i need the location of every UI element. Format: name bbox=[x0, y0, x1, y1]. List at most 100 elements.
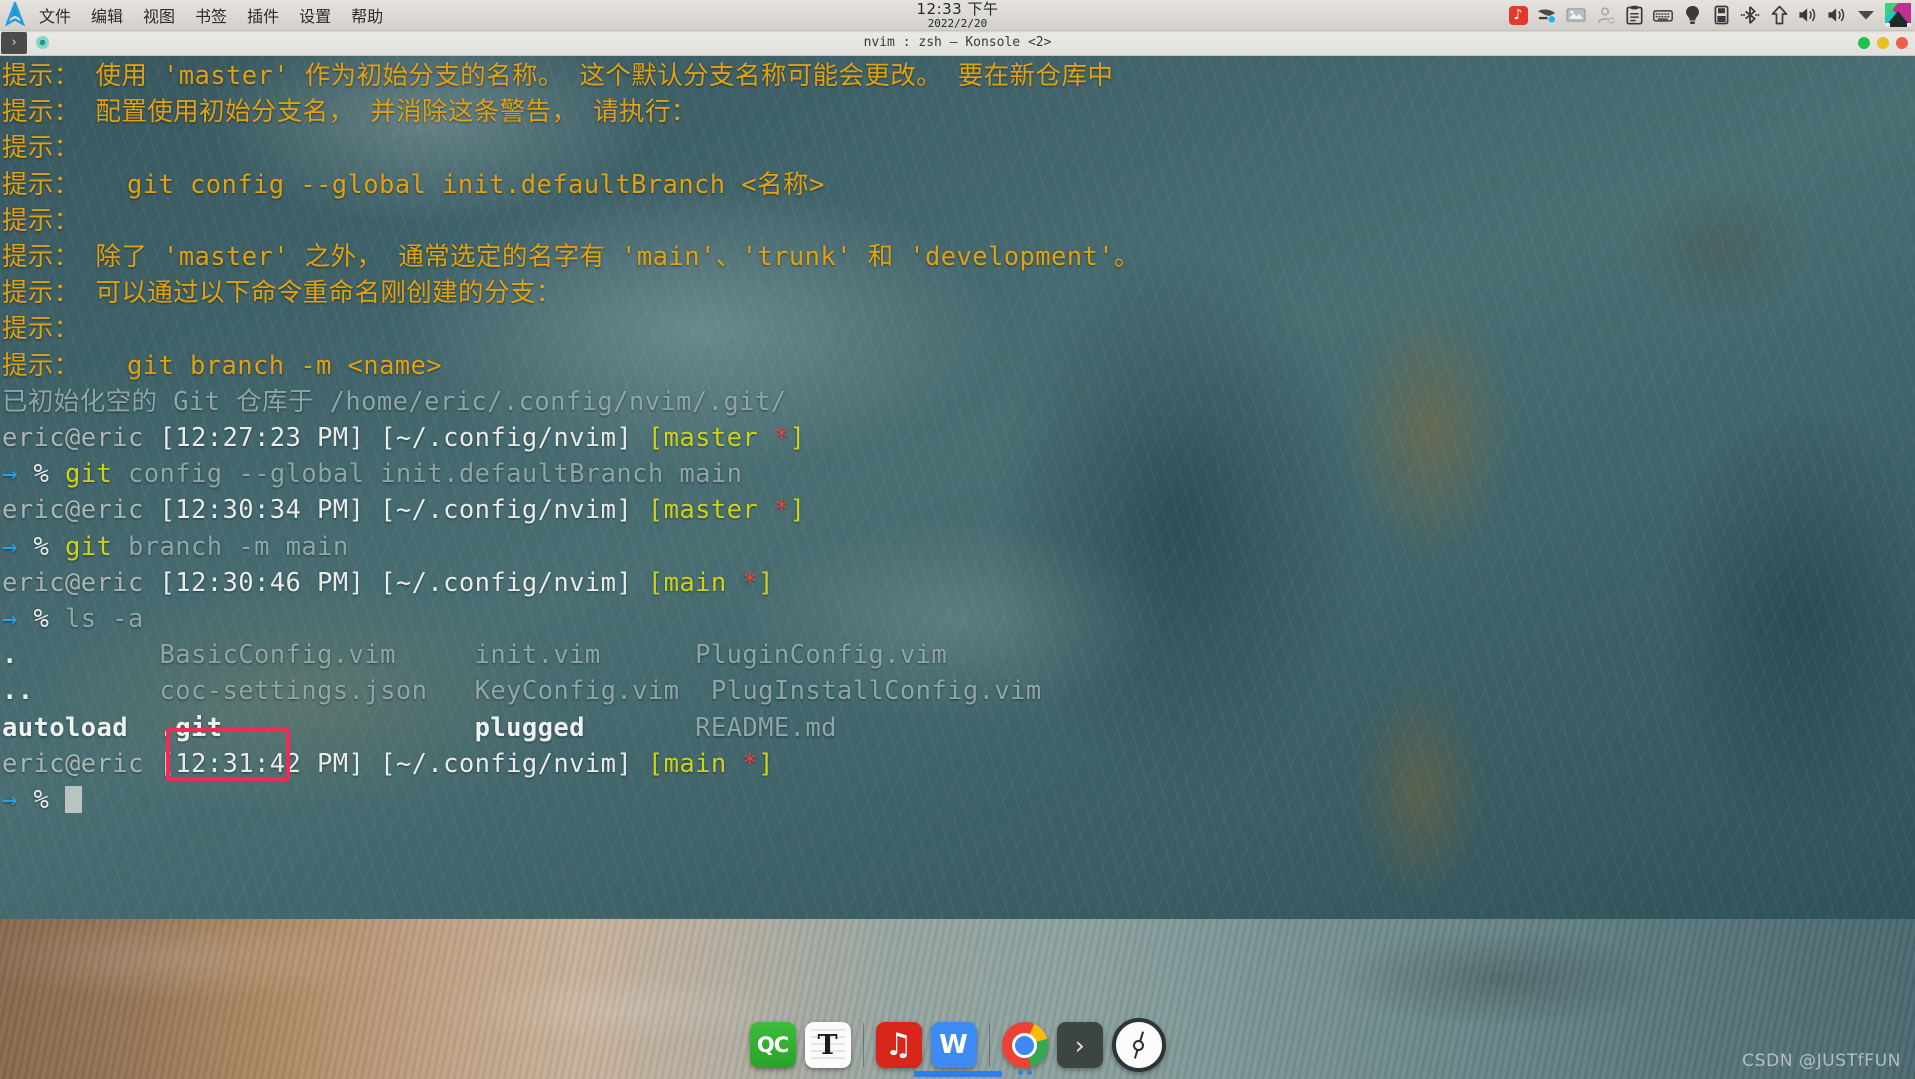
terminal-text: autoload .git bbox=[2, 712, 475, 743]
close-button[interactable] bbox=[1896, 36, 1908, 49]
terminal-line: → % ls -a bbox=[2, 601, 1915, 637]
terminal-cursor bbox=[65, 786, 83, 814]
terminal-text: eric@eric bbox=[2, 423, 160, 454]
terminal-line: → % git branch -m main bbox=[2, 529, 1915, 565]
terminal-text: % bbox=[33, 459, 66, 490]
notification-bulb-icon[interactable] bbox=[1682, 5, 1702, 25]
terminal-line: 已初始化空的 Git 仓库于 /home/eric/.config/nvim/.… bbox=[2, 384, 1915, 420]
terminal-line: 提示： 除了 'master' 之外， 通常选定的名字有 'main'、'tru… bbox=[2, 239, 1915, 275]
terminal-text: [12:30:46 PM] [~/.config/nvim] bbox=[159, 567, 648, 598]
user-status-icon[interactable] bbox=[1595, 5, 1615, 25]
terminal-text: eric@eric bbox=[2, 567, 160, 598]
csdn-watermark: CSDN @JUSTfFUN bbox=[1742, 1051, 1901, 1071]
volume-icon[interactable] bbox=[1798, 5, 1818, 25]
terminal-line: 提示： 可以通过以下命令重命名刚创建的分支： bbox=[2, 275, 1915, 311]
terminal-output[interactable]: 提示： 使用 'master' 作为初始分支的名称。 这个默认分支名称可能会更改… bbox=[0, 55, 1915, 995]
removable-media-icon[interactable] bbox=[1711, 5, 1731, 25]
terminal-line: 提示： bbox=[2, 311, 1915, 347]
dock-running-indicator bbox=[1017, 1070, 1032, 1075]
dock-item-netease-music[interactable]: ♫ bbox=[875, 1022, 922, 1068]
dock-item-konsole[interactable]: › bbox=[1056, 1022, 1103, 1068]
terminal-text: % bbox=[33, 604, 66, 635]
terminal-text: plugged bbox=[474, 712, 696, 743]
terminal-text: → bbox=[2, 604, 34, 635]
terminal-line: 提示： git config --global init.defaultBran… bbox=[2, 167, 1915, 203]
terminal-line: eric@eric [12:27:23 PM] [~/.config/nvim]… bbox=[2, 420, 1915, 456]
image-viewer-tray-icon[interactable] bbox=[1566, 5, 1586, 25]
panel-clock[interactable]: 12:33 下午 2022/2/20 bbox=[916, 0, 999, 30]
terminal-text: 提示： 使用 'master' 作为初始分支的名称。 这个默认分支名称可能会更改… bbox=[2, 61, 1114, 91]
terminal-text: ] bbox=[758, 567, 774, 598]
terminal-text: [12:30:34 PM] [~/.config/nvim] bbox=[159, 495, 648, 526]
menu-item-settings[interactable]: 设置 bbox=[296, 1, 334, 29]
fcitx-input-method-icon[interactable] bbox=[1537, 5, 1557, 25]
show-hidden-tray-icon[interactable] bbox=[1856, 5, 1876, 25]
menu-item-view[interactable]: 视图 bbox=[140, 1, 178, 29]
dock-item-label: W bbox=[939, 1030, 968, 1060]
clipboard-icon[interactable] bbox=[1624, 5, 1644, 25]
terminal-line: → % bbox=[2, 782, 1915, 818]
terminal-text: [main bbox=[647, 567, 743, 598]
terminal-line: 提示： git branch -m <name> bbox=[2, 348, 1915, 384]
terminal-text: branch -m main bbox=[128, 531, 349, 562]
terminal-text: * bbox=[742, 567, 759, 598]
system-tray: ♪ bbox=[1508, 0, 1911, 30]
terminal-text: 提示： bbox=[2, 205, 80, 236]
microphone-volume-icon[interactable] bbox=[1827, 5, 1847, 25]
terminal-line: → % git config --global init.defaultBran… bbox=[2, 456, 1915, 492]
terminal-text: eric@eric bbox=[2, 495, 160, 526]
arch-linux-logo-icon[interactable] bbox=[0, 0, 30, 30]
menu-item-edit[interactable]: 编辑 bbox=[88, 1, 126, 29]
window-title: nvim : zsh — Konsole <2> bbox=[863, 35, 1052, 50]
session-active-dot-icon bbox=[36, 36, 49, 49]
terminal-text: → bbox=[2, 459, 34, 490]
terminal-text: git bbox=[65, 459, 129, 490]
menu-item-file[interactable]: 文件 bbox=[36, 1, 74, 29]
window-controls bbox=[1858, 36, 1908, 49]
terminal-text: ] bbox=[789, 495, 806, 526]
clock-time: 12:33 下午 bbox=[916, 0, 999, 18]
keyboard-layout-icon[interactable] bbox=[1653, 5, 1673, 25]
terminal-text: README.md bbox=[695, 712, 837, 743]
desktop-switcher-icon[interactable] bbox=[1885, 3, 1911, 27]
menu-bar: 文件 编辑 视图 书签 插件 设置 帮助 bbox=[36, 1, 386, 29]
terminal-text: 提示： 除了 'master' 之外， 通常选定的名字有 'main'、'tru… bbox=[2, 242, 1140, 273]
netease-music-tray-icon[interactable]: ♪ bbox=[1508, 5, 1528, 25]
terminal-line: eric@eric [12:30:46 PM] [~/.config/nvim]… bbox=[2, 565, 1915, 601]
maximize-button[interactable] bbox=[1877, 36, 1889, 49]
dock-item-qc[interactable]: QC bbox=[749, 1022, 796, 1068]
terminal-line: autoload .git plugged README.md bbox=[2, 710, 1915, 746]
terminal-text: 提示： bbox=[2, 133, 80, 164]
dock-item-clock[interactable] bbox=[1111, 1018, 1166, 1072]
terminal-text: 提示： 可以通过以下命令重命名刚创建的分支： bbox=[2, 278, 562, 309]
minimize-button[interactable] bbox=[1858, 36, 1870, 49]
dock-active-window-indicator bbox=[913, 1071, 1002, 1077]
terminal-text: BasicConfig.vim init.vim PluginConfig.vi… bbox=[159, 640, 948, 671]
terminal-prompt-icon[interactable]: › bbox=[1, 31, 27, 54]
dock-item-label: ♫ bbox=[884, 1026, 913, 1063]
terminal-text: → bbox=[2, 785, 34, 816]
top-panel: 文件 编辑 视图 书签 插件 设置 帮助 12:33 下午 2022/2/20 … bbox=[0, 0, 1915, 30]
menu-item-help[interactable]: 帮助 bbox=[348, 1, 386, 29]
dock-item-wps-writer[interactable]: W bbox=[930, 1022, 977, 1068]
terminal-text: [master bbox=[647, 495, 774, 526]
terminal-text: * bbox=[742, 748, 759, 779]
dock-item-label: › bbox=[1071, 1030, 1088, 1060]
terminal-text: * bbox=[773, 423, 790, 454]
konsole-titlebar[interactable]: › nvim : zsh — Konsole <2> bbox=[0, 30, 1915, 56]
dock-item-label: QC bbox=[756, 1033, 789, 1057]
terminal-line: 提示： bbox=[2, 130, 1915, 166]
dock-item-google-chrome[interactable] bbox=[1001, 1022, 1048, 1075]
terminal-line: 提示： bbox=[2, 203, 1915, 239]
dock-separator-2 bbox=[988, 1023, 990, 1067]
menu-item-plugins[interactable]: 插件 bbox=[244, 1, 282, 29]
terminal-text: [main bbox=[647, 748, 743, 779]
terminal-line: 提示： 配置使用初始分支名， 并消除这条警告， 请执行： bbox=[2, 94, 1915, 130]
dock-separator-1 bbox=[862, 1023, 864, 1067]
menu-item-bookmarks[interactable]: 书签 bbox=[192, 1, 230, 29]
dock-item-typora[interactable]: T bbox=[804, 1022, 851, 1068]
bluetooth-icon[interactable] bbox=[1740, 5, 1760, 25]
terminal-text: [master bbox=[647, 423, 774, 454]
clock-date: 2022/2/20 bbox=[927, 16, 988, 30]
updates-arrow-icon[interactable] bbox=[1769, 5, 1789, 25]
